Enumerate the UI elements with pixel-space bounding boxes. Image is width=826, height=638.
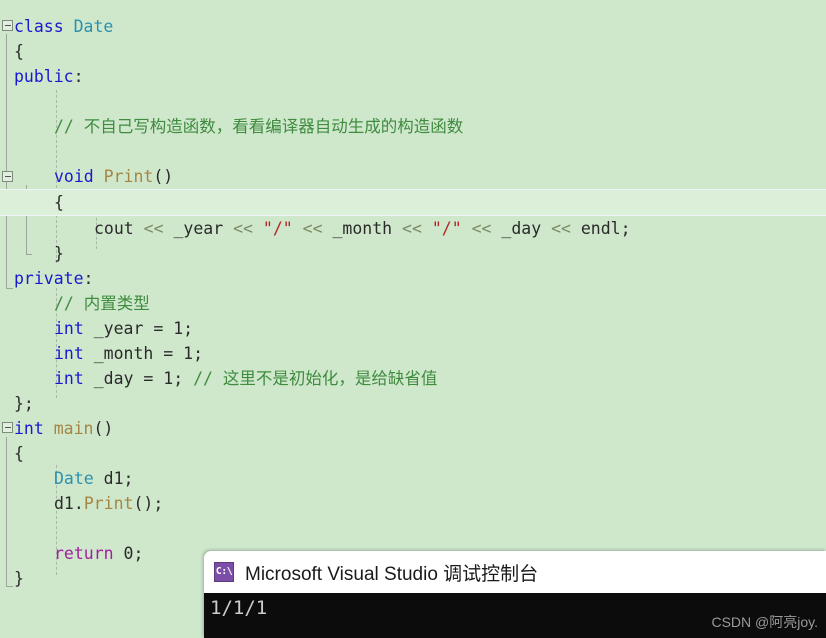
- code-lines-container: class Date { public: // 不自己写构造函数，看看编译器自动生成的…: [0, 14, 826, 591]
- code-line[interactable]: void Print(): [0, 164, 826, 189]
- code-token: <<: [551, 219, 581, 238]
- code-line[interactable]: int main(): [0, 416, 826, 441]
- code-line[interactable]: [0, 516, 826, 541]
- code-line[interactable]: class Date: [0, 14, 826, 39]
- code-token: <<: [461, 219, 502, 238]
- code-token: int: [54, 319, 84, 338]
- screenshot-root: class Date { public: // 不自己写构造函数，看看编译器自动生成的…: [0, 0, 826, 638]
- code-token: d1;: [93, 469, 134, 488]
- code-line[interactable]: int _month = 1;: [0, 341, 826, 366]
- code-line-indent: [14, 494, 54, 513]
- code-token: // 这里不是初始化，是给缺省值: [193, 369, 438, 388]
- console-cmd-icon: C:\: [214, 562, 234, 582]
- code-token: private: [14, 269, 84, 288]
- code-token: }: [54, 244, 64, 263]
- code-token: endl;: [580, 219, 631, 238]
- code-line[interactable]: [0, 139, 826, 164]
- code-token: }: [14, 569, 24, 588]
- code-token: <<: [143, 219, 174, 238]
- code-line[interactable]: int _year = 1;: [0, 316, 826, 341]
- code-token: 0;: [113, 544, 144, 563]
- code-token: (): [153, 167, 174, 186]
- code-token: :: [73, 67, 84, 86]
- code-token: Print: [103, 167, 154, 186]
- code-token: <<: [233, 219, 263, 238]
- code-token: int: [14, 419, 54, 438]
- code-token: {: [14, 42, 24, 61]
- code-line[interactable]: {: [0, 189, 826, 216]
- console-titlebar[interactable]: C:\ Microsoft Visual Studio 调试控制台: [204, 551, 826, 593]
- code-token: public: [14, 67, 74, 86]
- debug-console-window[interactable]: C:\ Microsoft Visual Studio 调试控制台 1/1/1 …: [204, 551, 826, 638]
- csdn-watermark: CSDN @阿亮joy.: [711, 614, 818, 630]
- code-line[interactable]: cout << _year << "/" << _month << "/" <<…: [0, 216, 826, 241]
- code-token: {: [14, 444, 24, 463]
- code-token: Print: [83, 494, 134, 513]
- code-token: _day = 1;: [83, 369, 194, 388]
- code-line[interactable]: {: [0, 441, 826, 466]
- code-token: d1.: [54, 494, 84, 513]
- code-line[interactable]: [0, 89, 826, 114]
- code-token: <<: [292, 219, 333, 238]
- code-token: return: [54, 544, 114, 563]
- code-token: void: [54, 167, 104, 186]
- code-token: _month: [332, 219, 403, 238]
- code-line[interactable]: }: [0, 241, 826, 266]
- code-line[interactable]: int _day = 1; // 这里不是初始化，是给缺省值: [0, 366, 826, 391]
- code-token: "/": [262, 219, 293, 238]
- code-token: main: [53, 419, 94, 438]
- code-token: _day: [501, 219, 552, 238]
- code-token: cout: [94, 219, 144, 238]
- code-token: int: [54, 369, 84, 388]
- code-token: "/": [431, 219, 462, 238]
- code-token: };: [14, 394, 34, 413]
- code-line[interactable]: Date d1;: [0, 466, 826, 491]
- code-line-indent: [14, 344, 54, 363]
- code-line-indent: [14, 219, 94, 238]
- code-token: Date: [54, 469, 94, 488]
- code-editor[interactable]: class Date { public: // 不自己写构造函数，看看编译器自动生成的…: [0, 0, 826, 638]
- code-token: Date: [73, 17, 114, 36]
- code-line-indent: [14, 469, 54, 488]
- code-line-indent: [14, 294, 54, 313]
- code-line[interactable]: private:: [0, 266, 826, 291]
- code-line-indent: [14, 167, 54, 186]
- code-line[interactable]: {: [0, 39, 826, 64]
- code-token: :: [83, 269, 94, 288]
- code-token: _month = 1;: [83, 344, 204, 363]
- code-token: ();: [133, 494, 164, 513]
- code-token: // 不自己写构造函数，看看编译器自动生成的构造函数: [54, 117, 464, 136]
- code-token: int: [54, 344, 84, 363]
- code-line-indent: [14, 244, 54, 263]
- code-line[interactable]: };: [0, 391, 826, 416]
- console-window-title: Microsoft Visual Studio 调试控制台: [245, 563, 539, 585]
- code-line[interactable]: public:: [0, 64, 826, 89]
- code-token: class: [14, 17, 74, 36]
- code-token: _year = 1;: [83, 319, 194, 338]
- code-line-indent: [14, 319, 54, 338]
- code-token: _year: [173, 219, 234, 238]
- console-output-text: 1/1/1: [210, 597, 268, 619]
- code-token: {: [54, 193, 64, 212]
- code-token: <<: [402, 219, 432, 238]
- code-line-indent: [14, 544, 54, 563]
- code-line-indent: [14, 369, 54, 388]
- console-output-area[interactable]: 1/1/1 CSDN @阿亮joy.: [204, 593, 826, 638]
- code-line[interactable]: // 内置类型: [0, 291, 826, 316]
- code-line-indent: [14, 193, 54, 212]
- code-line[interactable]: // 不自己写构造函数，看看编译器自动生成的构造函数: [0, 114, 826, 139]
- code-line[interactable]: d1.Print();: [0, 491, 826, 516]
- code-line-indent: [14, 117, 54, 136]
- code-token: // 内置类型: [54, 294, 150, 313]
- code-token: (): [93, 419, 114, 438]
